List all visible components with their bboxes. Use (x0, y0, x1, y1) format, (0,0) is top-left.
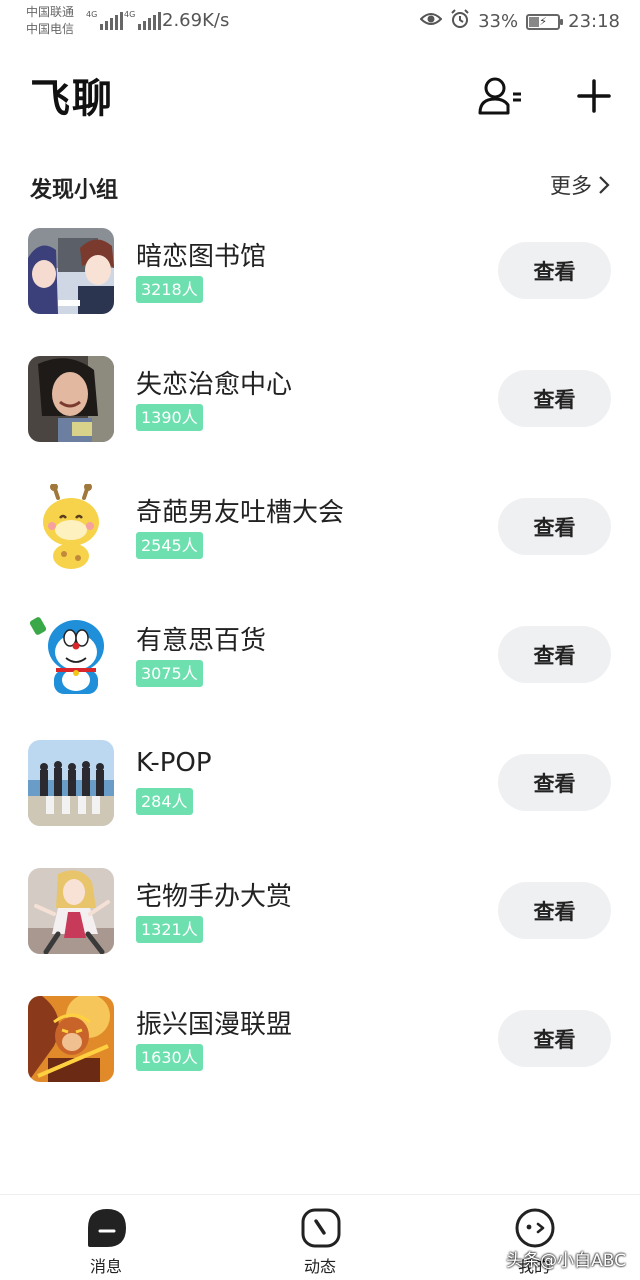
carrier-info: 中国联通 中国电信 (26, 4, 74, 38)
network-speed: 2.69K/s (162, 10, 230, 31)
face-icon (515, 1208, 555, 1248)
monkey-king-thumbnail (28, 996, 114, 1082)
view-button[interactable]: 查看 (498, 882, 611, 939)
group-item[interactable]: 暗恋图书馆 3218人 查看 (0, 222, 640, 350)
app-header: 飞聊 (0, 58, 640, 138)
status-bar: 中国联通 中国电信 4G 4G 2.69K/s 33% ⚡ 23:18 (0, 0, 640, 44)
nav-messages[interactable]: 消息 (36, 1195, 176, 1280)
nav-label: 消息 (89, 1257, 122, 1276)
more-label: 更多 (550, 174, 592, 198)
clock-icon (301, 1208, 341, 1248)
member-count-badge: 3218人 (136, 276, 203, 303)
signal-icon-2: 4G (124, 10, 162, 30)
watermark: 头条@小白ABC (506, 1251, 626, 1271)
group-name: 振兴国漫联盟 (136, 1010, 293, 1040)
plus-icon (577, 79, 611, 113)
figure-thumbnail (28, 868, 114, 954)
nav-label: 动态 (303, 1257, 336, 1276)
group-item[interactable]: K-POP 284人 查看 (0, 734, 640, 862)
member-count-badge: 3075人 (136, 660, 203, 687)
group-name: 有意思百货 (136, 626, 267, 656)
group-list: 暗恋图书馆 3218人 查看 失恋治愈中心 1390人 查看 奇葩男友吐槽大会 … (0, 222, 640, 1118)
giraffe-sticker-thumbnail (28, 484, 114, 570)
view-button[interactable]: 查看 (498, 754, 611, 811)
member-count-badge: 284人 (136, 788, 193, 815)
doraemon-thumbnail (28, 612, 114, 698)
signal-icon: 4G (86, 10, 124, 30)
group-item[interactable]: 有意思百货 3075人 查看 (0, 606, 640, 734)
group-item[interactable]: 奇葩男友吐槽大会 2545人 查看 (0, 478, 640, 606)
view-button[interactable]: 查看 (498, 626, 611, 683)
app-title: 飞聊 (30, 76, 114, 122)
member-count-badge: 2545人 (136, 532, 203, 559)
anime-couple-thumbnail (28, 228, 114, 314)
user-list-icon (478, 77, 521, 115)
crying-girl-thumbnail (28, 356, 114, 442)
group-item[interactable]: 宅物手办大赏 1321人 查看 (0, 862, 640, 990)
network-type-2: 4G (124, 10, 136, 19)
member-count-badge: 1321人 (136, 916, 203, 943)
group-item[interactable]: 失恋治愈中心 1390人 查看 (0, 350, 640, 478)
group-name: 奇葩男友吐槽大会 (136, 498, 345, 528)
member-count-badge: 1630人 (136, 1044, 203, 1071)
view-button[interactable]: 查看 (498, 1010, 611, 1067)
battery-percent: 33% (478, 11, 519, 32)
view-button[interactable]: 查看 (498, 242, 611, 299)
group-name: K-POP (136, 748, 212, 778)
view-button[interactable]: 查看 (498, 498, 611, 555)
battery-icon: ⚡ (526, 13, 564, 30)
more-link[interactable]: 更多 (550, 170, 610, 200)
kpop-group-photo-thumbnail (28, 740, 114, 826)
chat-bubble-icon (88, 1209, 126, 1247)
group-name: 宅物手办大赏 (136, 882, 293, 912)
group-item[interactable]: 振兴国漫联盟 1630人 查看 (0, 990, 640, 1118)
nav-feed[interactable]: 动态 (250, 1195, 390, 1280)
network-type: 4G (86, 10, 98, 19)
add-button[interactable] (568, 70, 620, 122)
contacts-button[interactable] (474, 70, 526, 122)
discover-groups-header: 发现小组 更多 (30, 168, 610, 204)
member-count-badge: 1390人 (136, 404, 203, 431)
group-name: 暗恋图书馆 (136, 242, 267, 272)
alarm-icon (450, 9, 470, 34)
carrier-2: 中国电信 (26, 22, 75, 36)
view-button[interactable]: 查看 (498, 370, 611, 427)
carrier-1: 中国联通 (26, 5, 75, 19)
section-title: 发现小组 (30, 178, 119, 203)
eye-icon (419, 11, 443, 32)
chevron-right-icon (599, 176, 610, 194)
clock-time: 23:18 (568, 11, 620, 32)
group-name: 失恋治愈中心 (136, 370, 293, 400)
